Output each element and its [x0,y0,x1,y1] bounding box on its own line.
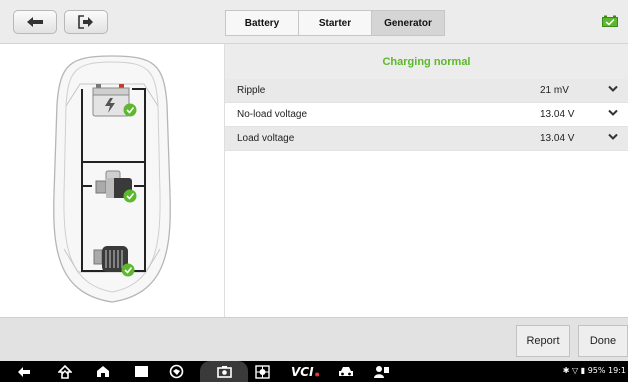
tab-battery[interactable]: Battery [226,11,299,35]
vci-status-icon[interactable]: VCI [291,363,319,380]
row-label: No-load voltage [237,109,308,120]
vci-label: VCI [291,364,314,379]
test-tabs: Battery Starter Generator [225,10,445,36]
back-icon[interactable] [14,363,34,380]
row-value: 21 mV [540,85,569,96]
exit-button[interactable] [64,10,108,34]
battery-status-icon [602,15,618,27]
charging-status: Charging normal [382,55,471,68]
status-header: Charging normal [225,44,628,79]
system-nav-bar: VCI ✱ ▽ ▮ 95% 19:1 [0,361,628,382]
chevron-down-icon[interactable] [600,85,618,96]
browser-icon[interactable] [166,363,186,380]
chevron-down-icon[interactable] [600,133,618,144]
display-icon[interactable] [252,363,272,380]
results-panel: Charging normal Ripple 21 mV No-load vol… [225,44,628,317]
status-text: 95% 19:1 [587,366,626,375]
vehicle-diagram [0,44,225,317]
row-value: 13.04 V [540,109,575,120]
bluetooth-icon: ✱ [562,366,570,375]
row-label: Load voltage [237,133,295,144]
done-button[interactable]: Done [578,325,628,357]
wifi-icon: ▽ [572,366,579,375]
result-row-ripple[interactable]: Ripple 21 mV [225,79,628,103]
battery-component-icon [92,84,137,117]
row-label: Ripple [237,85,266,96]
generator-component-icon [93,246,135,277]
exit-icon [78,15,93,29]
result-row-load-voltage[interactable]: Load voltage 13.04 V [225,127,628,151]
chevron-down-icon[interactable] [600,109,618,120]
camera-icon[interactable] [214,363,234,380]
home-icon[interactable] [93,363,113,380]
tab-generator[interactable]: Generator [372,11,444,35]
home-up-icon[interactable] [55,363,75,380]
system-status: ✱ ▽ ▮ 95% 19:1 [563,366,626,375]
result-row-no-load-voltage[interactable]: No-load voltage 13.04 V [225,103,628,127]
report-button[interactable]: Report [516,325,570,357]
results-list: Ripple 21 mV No-load voltage 13.04 V Loa… [225,79,628,151]
recent-apps-icon[interactable] [131,363,151,380]
top-toolbar: Battery Starter Generator [0,0,628,44]
starter-component-icon [95,170,137,203]
support-icon[interactable] [372,363,392,380]
tab-starter[interactable]: Starter [299,11,372,35]
row-value: 13.04 V [540,133,575,144]
battery-level-icon: ▮ [580,366,586,375]
car-icon[interactable] [336,363,356,380]
back-arrow-icon [27,17,43,27]
back-button[interactable] [13,10,57,34]
action-bar: Report Done [0,317,628,361]
